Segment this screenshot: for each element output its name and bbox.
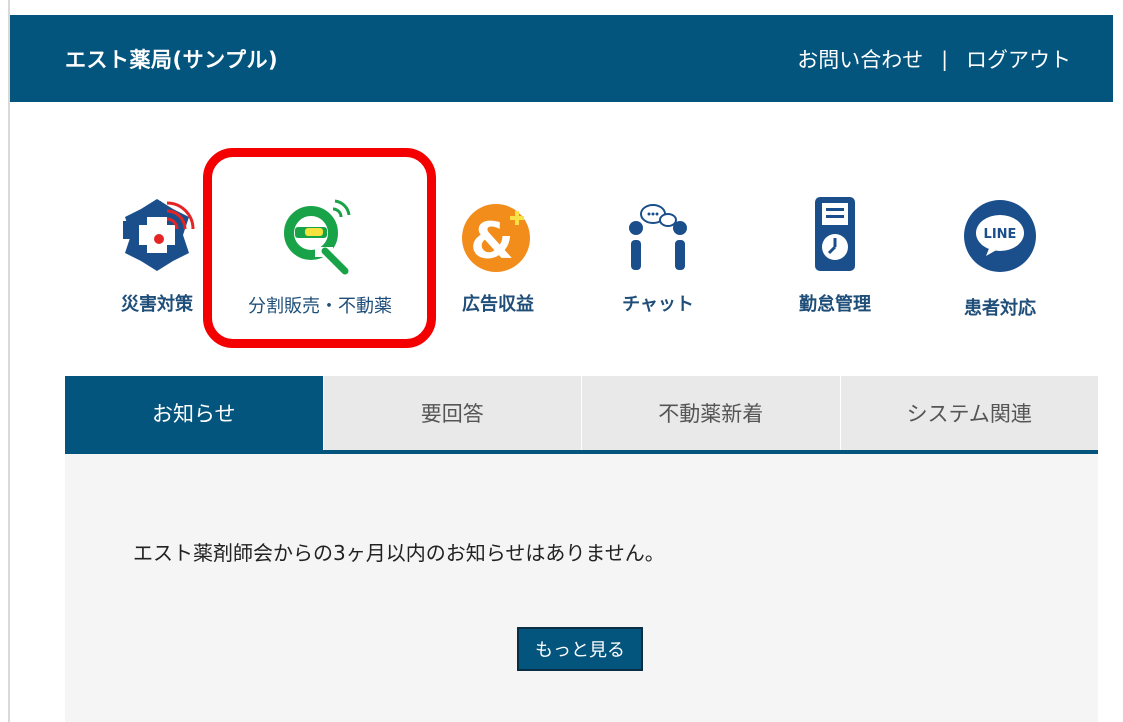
svg-text:&: & (470, 212, 514, 270)
tab-system[interactable]: システム関連 (839, 376, 1098, 450)
notice-panel: エスト薬剤師会からの3ヶ月以内のお知らせはありません。 もっと見る (65, 454, 1098, 722)
line-icon-text: LINE (984, 227, 1017, 242)
line-bubble-icon: LINE (960, 198, 1040, 276)
ampersand-plus-icon: & (458, 200, 538, 275)
tab-reply-required[interactable]: 要回答 (322, 376, 581, 450)
menu-label-chat: チャット (622, 294, 694, 315)
app-header: エスト薬局(サンプル) お問い合わせ | ログアウト (10, 15, 1113, 102)
menu-label-ad-revenue: 広告収益 (462, 294, 534, 315)
header-separator: | (941, 47, 948, 71)
highlight-box (203, 148, 436, 348)
menu-item-ad-revenue[interactable]: & 広告収益 (438, 195, 558, 325)
chat-people-icon (618, 200, 698, 275)
menu-item-attendance[interactable]: 勤怠管理 (770, 195, 900, 325)
menu-label-patient: 患者対応 (964, 298, 1036, 319)
disaster-signal-icon (117, 195, 197, 275)
tab-dead-stock-new[interactable]: 不動薬新着 (581, 376, 840, 450)
notice-tabs: お知らせ 要回答 不動薬新着 システム関連 (65, 376, 1098, 454)
left-border (8, 0, 10, 722)
menu-item-patient[interactable]: LINE 患者対応 (940, 195, 1060, 325)
menu-label-disaster: 災害対策 (121, 294, 193, 315)
pharmacy-title: エスト薬局(サンプル) (65, 48, 279, 72)
contact-link[interactable]: お問い合わせ (797, 44, 923, 74)
logout-link[interactable]: ログアウト (966, 44, 1071, 74)
header-links: お問い合わせ | ログアウト (797, 44, 1071, 74)
menu-label-attendance: 勤怠管理 (799, 294, 871, 315)
notice-message: エスト薬剤師会からの3ヶ月以内のお知らせはありません。 (133, 541, 665, 565)
page: エスト薬局(サンプル) お問い合わせ | ログアウト 災害対策 分割販売・不動薬… (0, 0, 1123, 722)
menu-item-chat[interactable]: チャット (598, 195, 718, 325)
timecard-clock-icon (805, 195, 865, 275)
menu-item-disaster[interactable]: 災害対策 (97, 195, 217, 325)
see-more-button[interactable]: もっと見る (517, 627, 643, 671)
tab-notices[interactable]: お知らせ (65, 376, 323, 450)
